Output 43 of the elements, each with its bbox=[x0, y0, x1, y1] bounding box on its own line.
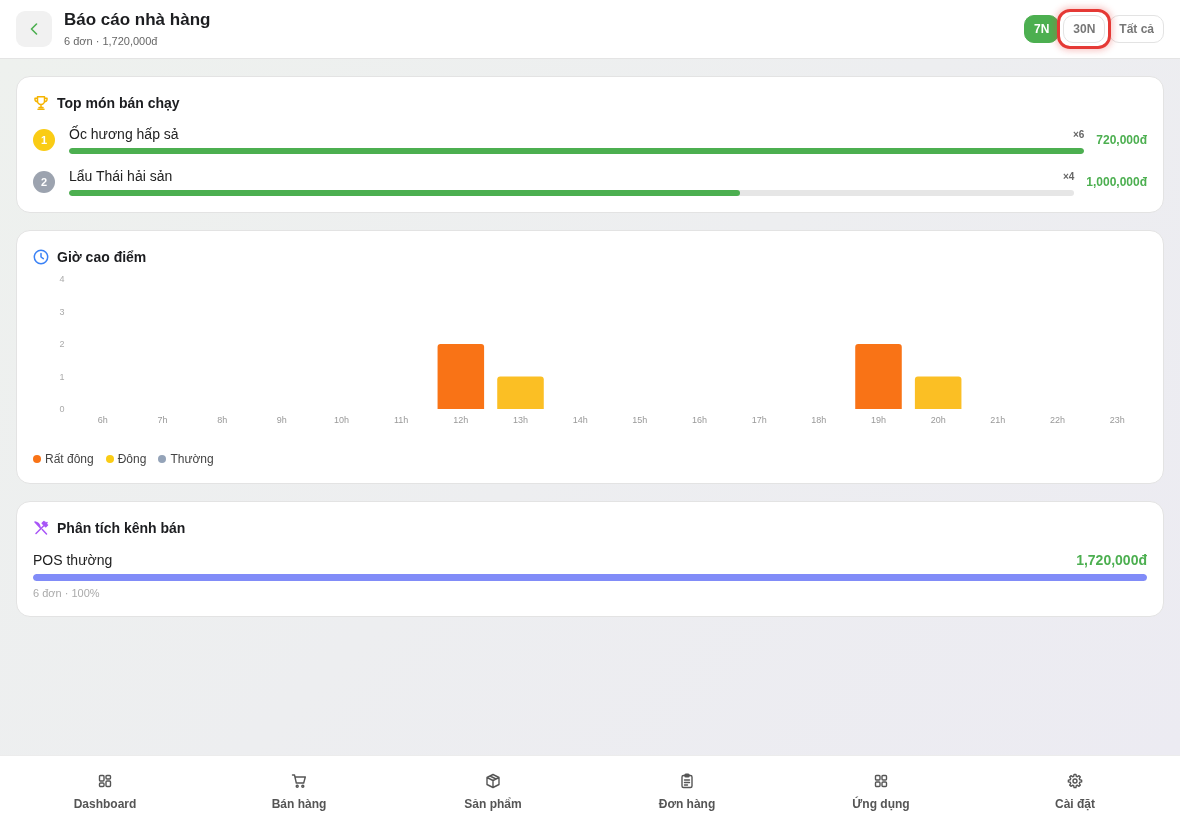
legend-label: Rất đông bbox=[45, 451, 94, 467]
nav-item[interactable]: Đơn hàng bbox=[658, 756, 716, 811]
channel-name: POS thường bbox=[33, 551, 113, 569]
legend-label: Thường bbox=[170, 451, 214, 467]
settings-icon bbox=[1067, 773, 1083, 789]
grid-icon bbox=[873, 773, 889, 789]
utensils-icon bbox=[33, 520, 49, 536]
item-revenue: 720,000đ bbox=[1096, 132, 1147, 147]
page-subtitle: 6 đơn · 1,720,000đ bbox=[64, 34, 159, 48]
range-tab[interactable]: Tất cả bbox=[1109, 15, 1164, 43]
axis-label: 0 bbox=[59, 404, 65, 414]
chevron-left-icon bbox=[30, 23, 38, 35]
cart-icon bbox=[291, 773, 307, 789]
range-tab[interactable]: 30N bbox=[1063, 15, 1106, 43]
channel-revenue: 1,720,000đ bbox=[1076, 552, 1147, 568]
card-title: Phân tích kênh bán bbox=[57, 519, 186, 537]
item-count: ×6 bbox=[1072, 128, 1085, 140]
nav-item[interactable]: Bán hàng bbox=[271, 756, 327, 811]
axis-label: 4 bbox=[59, 274, 65, 284]
item-count: ×4 bbox=[1062, 170, 1075, 182]
nav-item[interactable]: Dashboard bbox=[73, 756, 137, 811]
nav-item[interactable]: Ứng dụng bbox=[852, 756, 910, 811]
back-button[interactable] bbox=[16, 11, 52, 47]
axis-label: 2 bbox=[59, 339, 65, 349]
rank-badge: 2 bbox=[33, 170, 55, 193]
channel-detail: 6 đơn · 100% bbox=[33, 586, 101, 600]
nav-item[interactable]: Cài đặt bbox=[1055, 756, 1095, 811]
page-title: Báo cáo nhà hàng bbox=[64, 10, 211, 30]
item-revenue: 1,000,000đ bbox=[1086, 174, 1147, 189]
axis-label: 1 bbox=[59, 371, 65, 382]
item-name: Ốc hương hấp sả bbox=[69, 125, 179, 143]
clipboard-icon bbox=[679, 773, 695, 789]
card-title: Top món bán chạy bbox=[57, 94, 180, 112]
rank-badge: 1 bbox=[33, 128, 55, 151]
nav-item[interactable]: Sản phẩm bbox=[464, 756, 522, 811]
clock-icon bbox=[33, 249, 49, 265]
legend-label: Đông bbox=[117, 451, 147, 467]
trophy-icon bbox=[33, 95, 49, 111]
card-title: Giờ cao điểm bbox=[57, 248, 147, 266]
item-name: Lẩu Thái hải sản bbox=[69, 167, 173, 185]
box-icon bbox=[485, 773, 501, 789]
axis-label: 3 bbox=[59, 306, 65, 317]
grid-icon bbox=[97, 773, 113, 789]
